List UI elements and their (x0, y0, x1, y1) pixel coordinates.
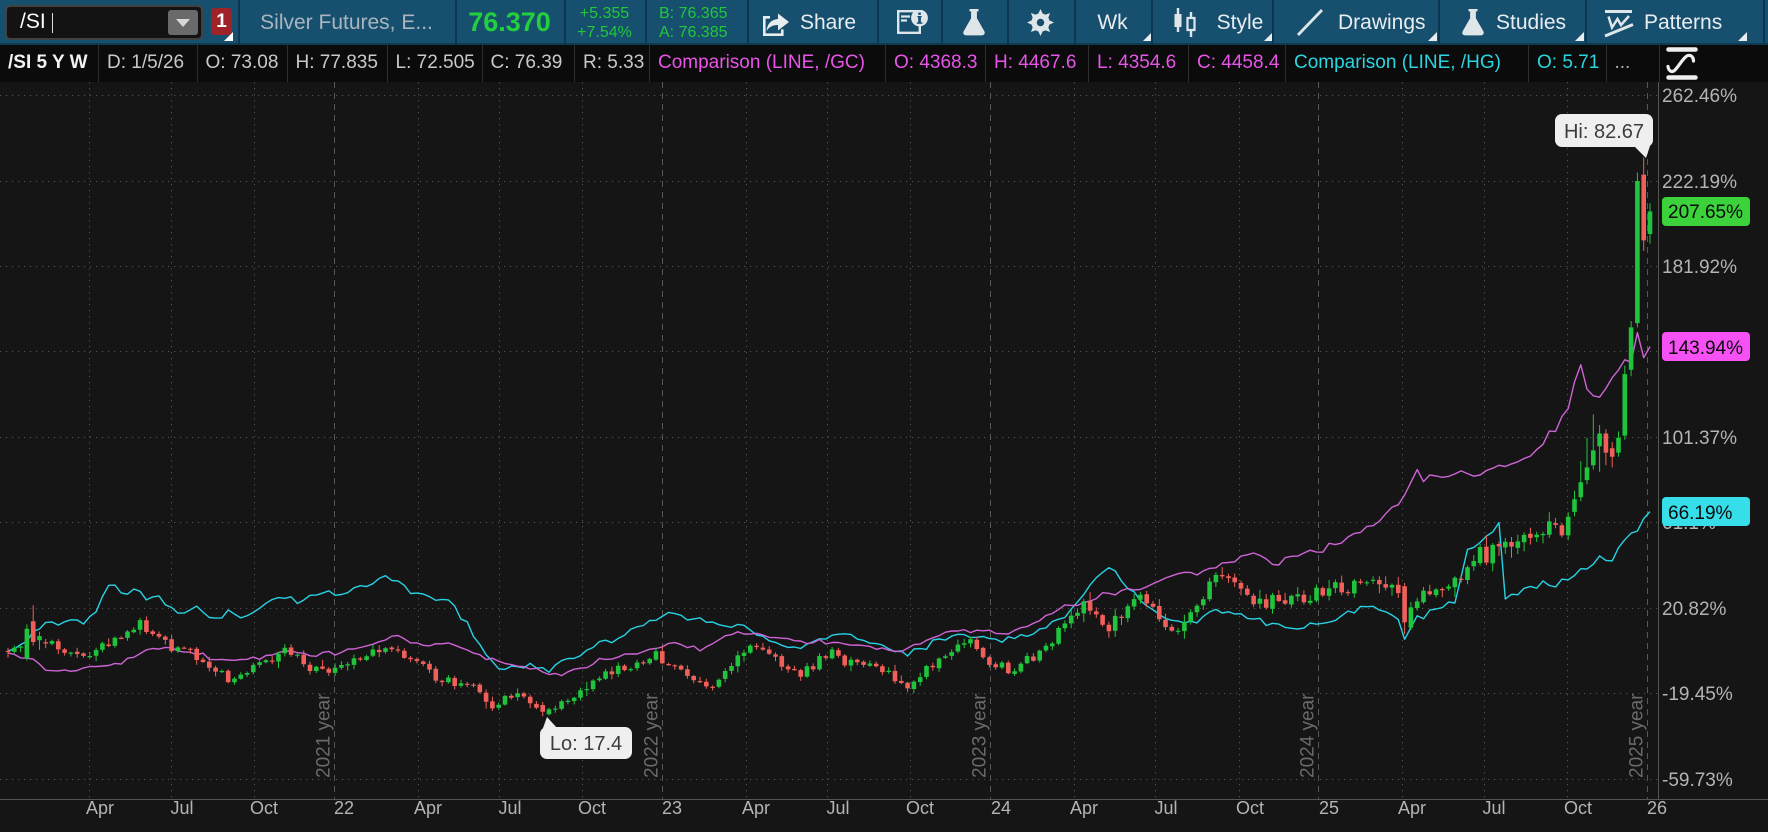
svg-text:101.37%: 101.37% (1662, 428, 1737, 449)
svg-text:66.19%: 66.19% (1668, 503, 1733, 524)
svg-text:262.46%: 262.46% (1662, 86, 1737, 107)
svg-text:2025 year: 2025 year (1627, 693, 1648, 778)
svg-text:Hi: 82.67: Hi: 82.67 (1564, 121, 1644, 143)
svg-text:Jul: Jul (826, 798, 849, 818)
svg-text:222.19%: 222.19% (1662, 172, 1737, 193)
svg-text:Lo: 17.4: Lo: 17.4 (550, 733, 622, 755)
svg-text:Jul: Jul (170, 798, 193, 818)
svg-text:Oct: Oct (1564, 798, 1592, 818)
svg-text:143.94%: 143.94% (1668, 338, 1743, 359)
svg-text:Apr: Apr (414, 798, 442, 818)
svg-text:22: 22 (334, 798, 354, 818)
svg-text:Oct: Oct (250, 798, 278, 818)
svg-text:Apr: Apr (742, 798, 770, 818)
svg-text:23: 23 (662, 798, 682, 818)
svg-text:2023 year: 2023 year (970, 693, 991, 778)
svg-text:-19.45%: -19.45% (1662, 684, 1733, 705)
svg-text:Jul: Jul (1154, 798, 1177, 818)
svg-text:2022 year: 2022 year (642, 693, 663, 778)
svg-text:Apr: Apr (86, 798, 114, 818)
svg-text:Oct: Oct (578, 798, 606, 818)
svg-text:20.82%: 20.82% (1662, 599, 1727, 620)
svg-text:207.65%: 207.65% (1668, 202, 1743, 223)
svg-text:2021 year: 2021 year (314, 693, 335, 778)
svg-text:Apr: Apr (1398, 798, 1426, 818)
svg-text:25: 25 (1319, 798, 1339, 818)
svg-text:Oct: Oct (1236, 798, 1264, 818)
svg-text:2024 year: 2024 year (1298, 693, 1319, 778)
svg-text:Jul: Jul (1482, 798, 1505, 818)
svg-text:26: 26 (1647, 798, 1667, 818)
svg-text:181.92%: 181.92% (1662, 257, 1737, 278)
svg-text:Oct: Oct (906, 798, 934, 818)
svg-text:Jul: Jul (498, 798, 521, 818)
svg-text:Apr: Apr (1070, 798, 1098, 818)
svg-text:24: 24 (991, 798, 1011, 818)
svg-text:-59.73%: -59.73% (1662, 770, 1733, 791)
